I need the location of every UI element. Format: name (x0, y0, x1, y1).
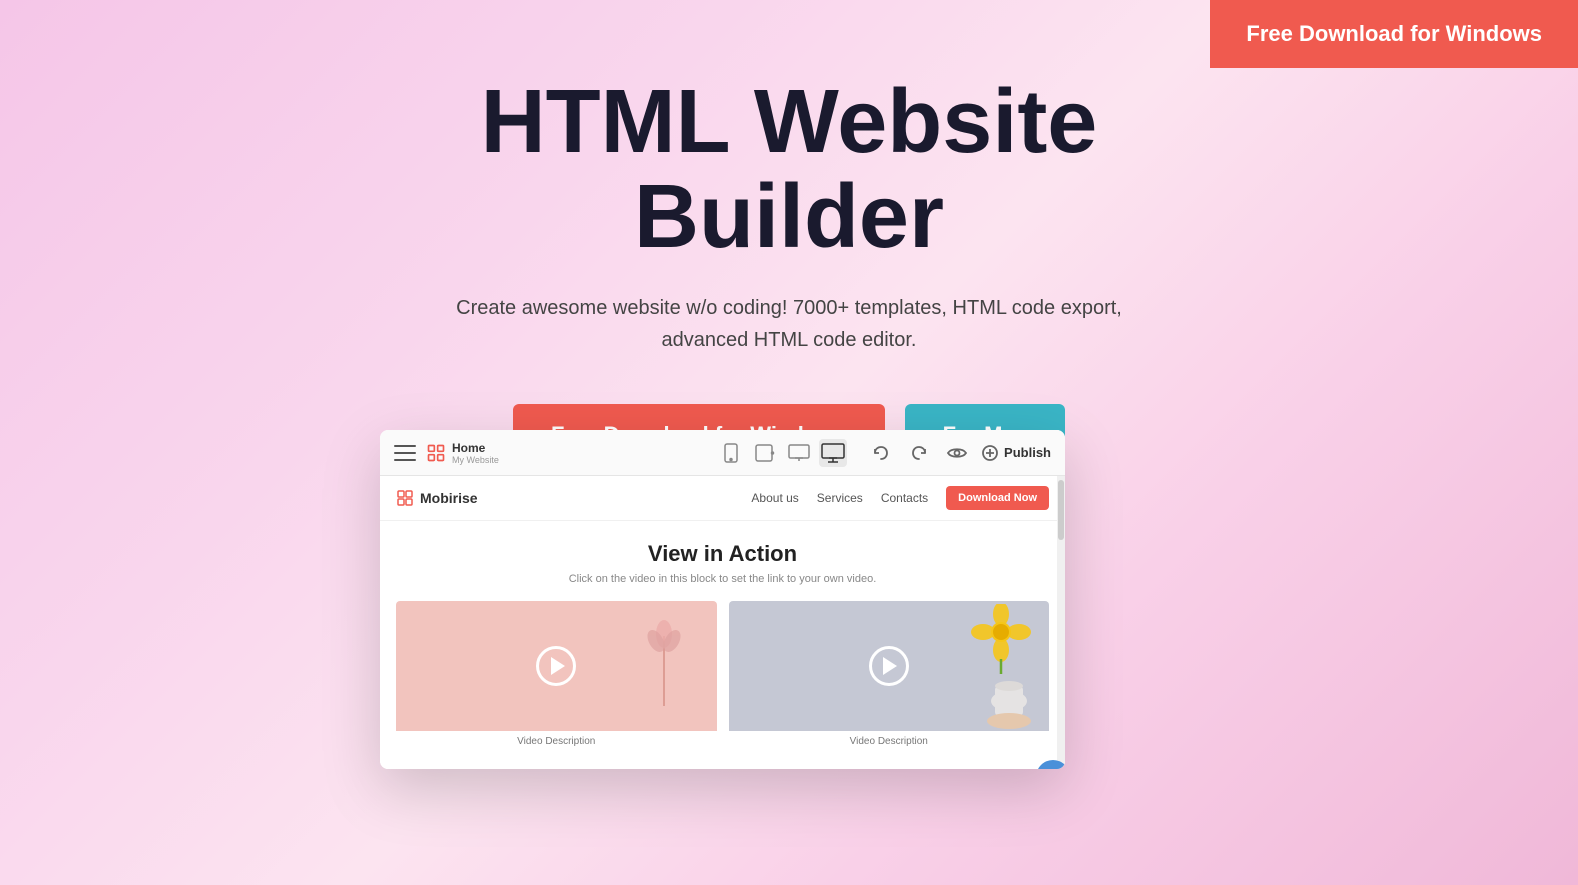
menu-icon[interactable] (394, 445, 416, 461)
home-page-title: Home (452, 441, 499, 455)
content-subtitle: Click on the video in this block to set … (396, 573, 1049, 585)
site-logo: Mobirise (396, 489, 478, 507)
site-content: View in Action Click on the video in thi… (380, 521, 1065, 769)
app-toolbar: Home My Website (380, 430, 1065, 476)
play-button-2[interactable] (869, 646, 909, 686)
scrollbar[interactable] (1057, 476, 1065, 769)
hero-title: HTML Website Builder (389, 75, 1189, 264)
video-thumb-2 (729, 601, 1050, 731)
nav-about[interactable]: About us (751, 491, 798, 505)
redo-icon[interactable] (905, 439, 933, 467)
site-nav-links: About us Services Contacts Download Now (751, 486, 1049, 510)
publish-label: Publish (1004, 445, 1051, 460)
device-icons (717, 439, 847, 467)
video-card-2[interactable]: Video Description (729, 601, 1050, 749)
home-icon (426, 443, 446, 463)
site-nav: Mobirise About us Services Contacts Down… (380, 476, 1065, 521)
preview-icon[interactable] (943, 439, 971, 467)
toolbar-home[interactable]: Home My Website (426, 441, 516, 465)
play-button-1[interactable] (536, 646, 576, 686)
site-logo-icon (396, 489, 414, 507)
app-preview-window: Home My Website (380, 430, 1065, 769)
toolbar-actions: Publish (867, 439, 1051, 467)
home-page-sub: My Website (452, 455, 499, 465)
nav-services[interactable]: Services (817, 491, 863, 505)
nav-download-btn[interactable]: Download Now (946, 486, 1049, 510)
video-grid: Video Description (396, 601, 1049, 749)
video-label-2: Video Description (729, 731, 1050, 749)
site-logo-text: Mobirise (420, 490, 478, 506)
undo-icon[interactable] (867, 439, 895, 467)
flower-pink-decoration (637, 606, 692, 706)
content-title: View in Action (396, 541, 1049, 567)
video-label-1: Video Description (396, 731, 717, 749)
top-cta-button[interactable]: Free Download for Windows (1210, 0, 1578, 68)
small-desktop-view-icon[interactable] (785, 439, 813, 467)
mobile-view-icon[interactable] (717, 439, 745, 467)
nav-contacts[interactable]: Contacts (881, 491, 928, 505)
hand-vase-decoration (979, 646, 1039, 731)
scrollbar-thumb[interactable] (1058, 480, 1064, 540)
publish-button[interactable]: Publish (981, 444, 1051, 462)
desktop-view-icon[interactable] (819, 439, 847, 467)
tablet-view-icon[interactable] (751, 439, 779, 467)
video-thumb-1 (396, 601, 717, 731)
video-card-1[interactable]: Video Description (396, 601, 717, 749)
hero-subtitle: Create awesome website w/o coding! 7000+… (449, 292, 1129, 356)
